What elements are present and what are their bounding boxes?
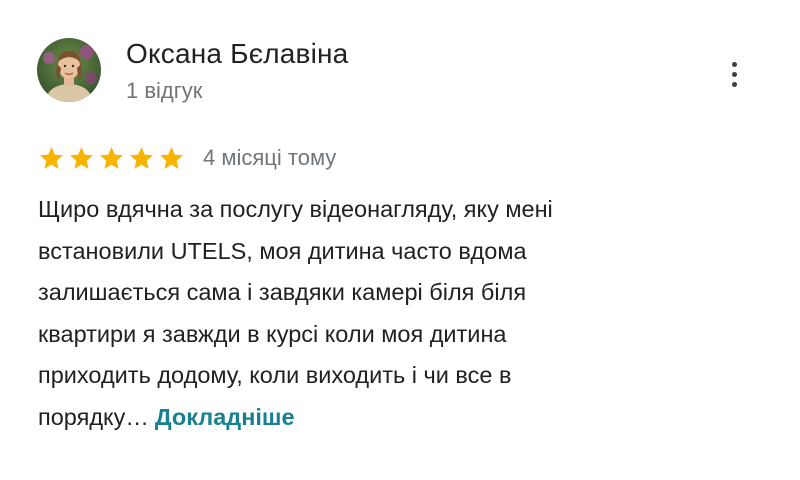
reviewer-name[interactable]: Оксана Бєлавіна [126,37,348,71]
reviewer-avatar[interactable] [37,38,101,102]
more-vertical-icon [731,61,737,67]
star-icon [158,145,185,172]
more-vertical-icon-dot [731,81,737,87]
review-text-line: залишається сама і завдяки камері біля б… [38,279,527,306]
review-card: Оксана Бєлавіна 1 відгук 4 місяці тому Щ… [0,0,800,480]
read-more-link[interactable]: Докладніше [155,404,295,430]
review-text-last-line: порядку… Докладніше [38,397,728,439]
review-text-line: порядку… [38,403,149,430]
more-vertical-icon-dot [731,71,737,77]
star-rating [38,145,185,172]
star-icon [68,145,95,172]
review-text-line: квартири я завжди в курсі коли моя дитин… [38,320,507,347]
review-text-line: приходить додому, коли виходить і чи все… [38,362,512,389]
review-text-line: встановили UTELS, моя дитина часто вдома [38,237,527,264]
star-icon [128,145,155,172]
more-options-button[interactable] [716,54,752,94]
reviewer-photo-icon [37,38,101,102]
reviewer-review-count[interactable]: 1 відгук [126,77,202,105]
review-text: Щиро вдячна за послугу відеонагляду, яку… [38,189,728,439]
review-date: 4 місяці тому [203,145,337,170]
review-text-line: Щиро вдячна за послугу відеонагляду, яку… [38,196,553,222]
star-icon [98,145,125,172]
star-icon [38,145,65,172]
rating-row: 4 місяці тому [38,141,336,175]
